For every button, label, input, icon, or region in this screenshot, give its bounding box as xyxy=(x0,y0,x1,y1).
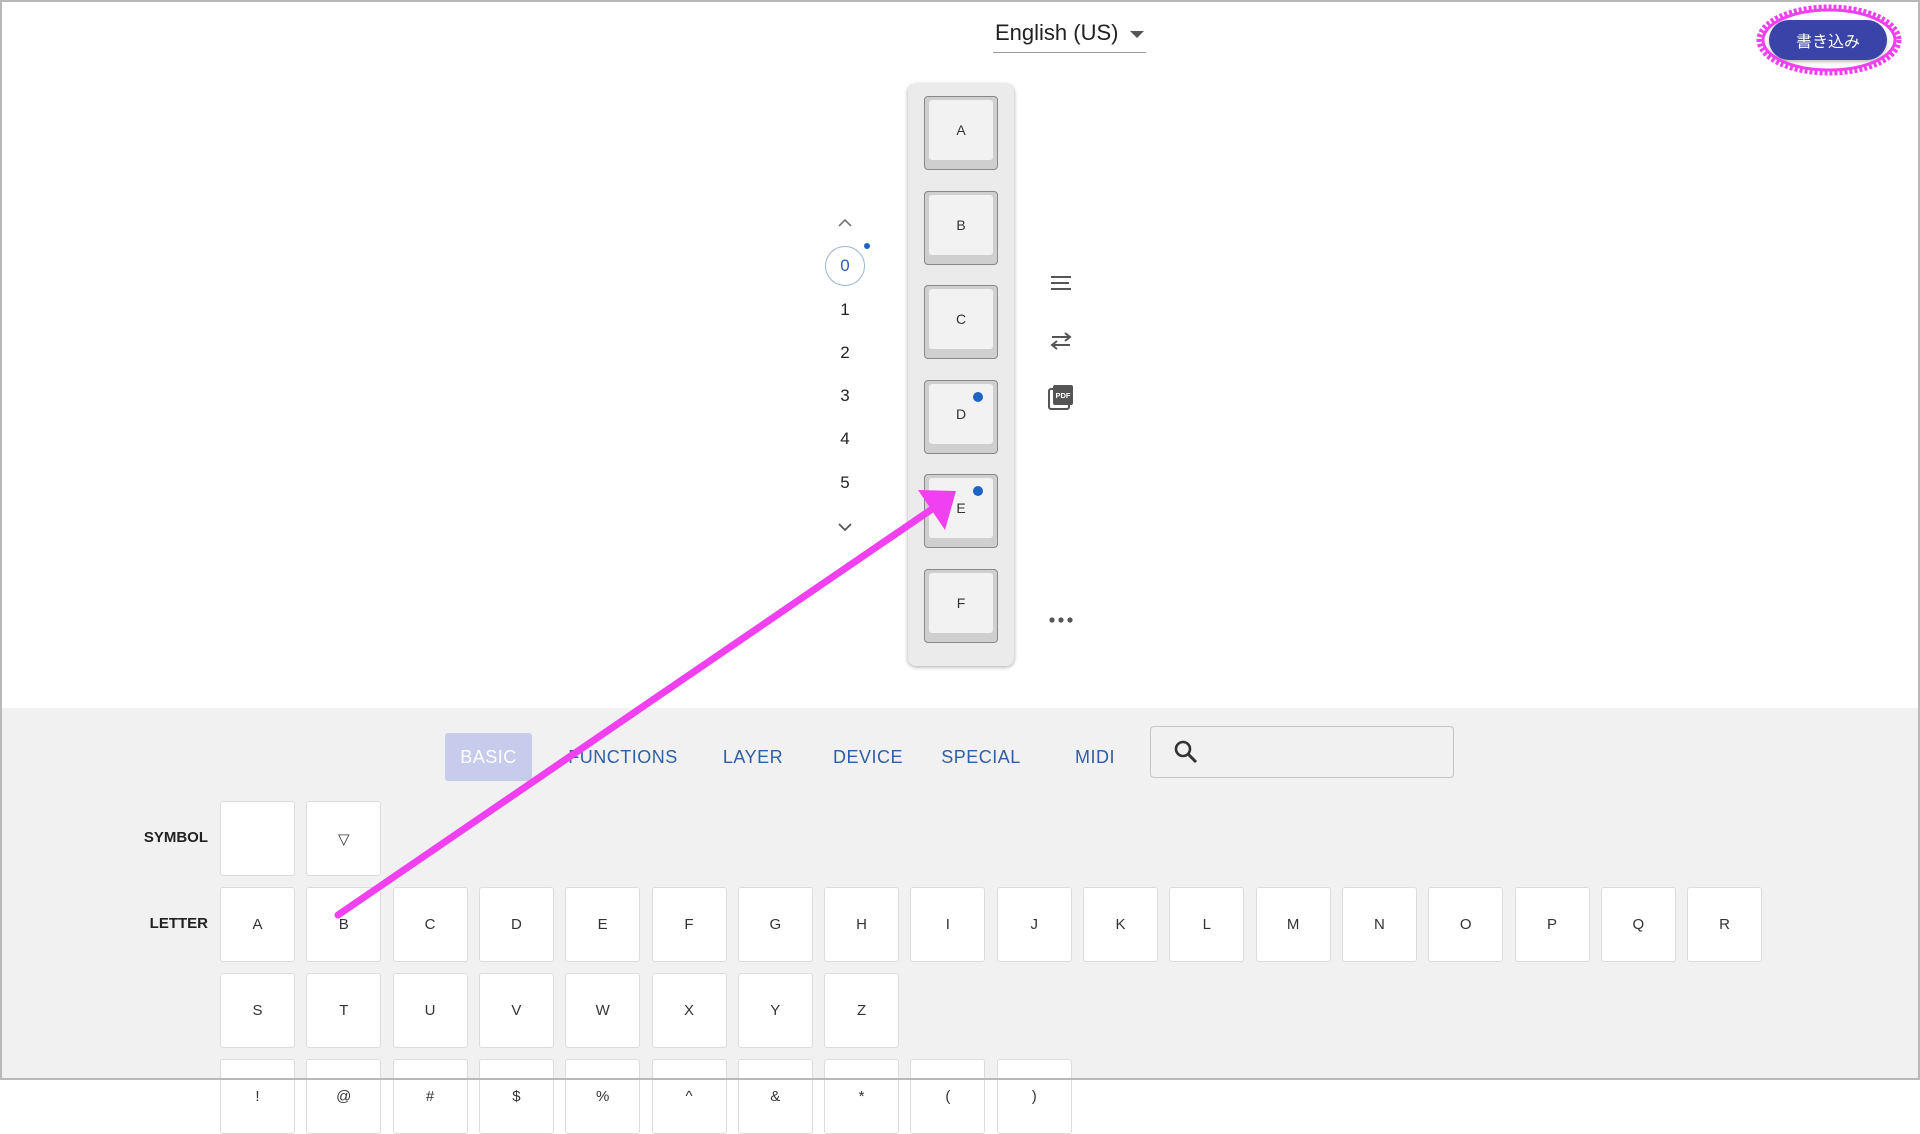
search-icon xyxy=(1174,740,1198,764)
symbol-key[interactable]: @ xyxy=(306,1059,382,1134)
symbol-key[interactable]: ▽ xyxy=(306,801,382,876)
layer-label: 4 xyxy=(840,429,850,448)
letter-key[interactable]: W xyxy=(565,973,641,1048)
layer-item-5[interactable]: 5 xyxy=(820,463,870,503)
layer-label: 1 xyxy=(840,300,850,319)
letter-key[interactable]: T xyxy=(306,973,382,1048)
key-a[interactable]: A xyxy=(924,96,998,170)
pdf-icon: PDF xyxy=(1048,385,1073,410)
chevron-down-icon xyxy=(1130,31,1145,38)
letter-key[interactable]: X xyxy=(651,973,727,1048)
chevron-up-icon[interactable] xyxy=(836,214,854,232)
letter-key[interactable]: V xyxy=(478,973,554,1048)
symbol-key[interactable]: ^ xyxy=(651,1059,727,1134)
key-d[interactable]: D xyxy=(924,380,998,454)
letter-key[interactable]: Z xyxy=(824,973,900,1048)
letter-key[interactable]: I xyxy=(910,887,986,962)
tab-layer[interactable]: LAYER xyxy=(713,733,793,781)
swap-arrows-icon xyxy=(1050,332,1072,350)
tab-special[interactable]: SPECIAL xyxy=(931,733,1031,781)
key-label: A xyxy=(929,100,993,160)
key-label: C xyxy=(929,289,993,349)
tab-basic[interactable]: BASIC xyxy=(445,733,532,781)
letter-key[interactable]: M xyxy=(1255,887,1331,962)
pdf-export-button[interactable]: PDF xyxy=(1046,382,1076,412)
layer-item-3[interactable]: 3 xyxy=(820,376,870,416)
letter-key[interactable]: U xyxy=(392,973,468,1048)
more-dots-icon xyxy=(1049,617,1073,623)
letter-key[interactable]: F xyxy=(651,887,727,962)
layer-selector: 0 1 2 3 4 5 xyxy=(820,210,870,540)
symbol-key[interactable]: & xyxy=(737,1059,813,1134)
letter-key[interactable]: G xyxy=(737,887,813,962)
more-button[interactable] xyxy=(1046,605,1076,635)
language-label: English (US) xyxy=(995,20,1119,45)
letter-key[interactable]: E xyxy=(565,887,641,962)
letter-key[interactable]: Q xyxy=(1600,887,1676,962)
layer-label: 3 xyxy=(840,386,850,405)
keyboard-layout: A B C D E F xyxy=(908,84,1014,666)
chevron-down-icon[interactable] xyxy=(836,518,854,536)
symbol-key[interactable]: ! xyxy=(220,1059,295,1134)
letter-key[interactable]: P xyxy=(1514,887,1590,962)
symbol-key[interactable]: $ xyxy=(478,1059,554,1134)
key-c[interactable]: C xyxy=(924,285,998,359)
key-search[interactable] xyxy=(1150,726,1454,778)
letter-key[interactable]: L xyxy=(1169,887,1245,962)
symbol-key[interactable] xyxy=(220,801,295,876)
tab-midi[interactable]: MIDI xyxy=(1060,733,1130,781)
letter-key[interactable]: R xyxy=(1687,887,1763,962)
swap-button[interactable] xyxy=(1046,326,1076,356)
letter-key[interactable]: D xyxy=(478,887,554,962)
letter-key[interactable]: N xyxy=(1341,887,1417,962)
svg-text:PDF: PDF xyxy=(1056,391,1071,400)
key-label: D xyxy=(929,384,993,444)
layer-item-4[interactable]: 4 xyxy=(820,419,870,459)
key-palette: BASIC FUNCTIONS LAYER DEVICE SPECIAL MID… xyxy=(2,708,1918,1134)
key-e[interactable]: E xyxy=(924,474,998,548)
layer-item-2[interactable]: 2 xyxy=(820,333,870,373)
letter-key[interactable]: H xyxy=(824,887,900,962)
letter-key[interactable]: C xyxy=(392,887,468,962)
symbol-key[interactable]: * xyxy=(824,1059,900,1134)
letter-key[interactable]: O xyxy=(1428,887,1504,962)
symbol-key[interactable]: # xyxy=(392,1059,468,1134)
symbol-row-label: SYMBOL xyxy=(143,829,208,846)
layer-item-1[interactable]: 1 xyxy=(820,290,870,330)
letter-key[interactable]: A xyxy=(220,887,295,962)
key-label: E xyxy=(929,478,993,538)
symbol-key[interactable]: % xyxy=(565,1059,641,1134)
layer-label: 0 xyxy=(840,256,850,275)
key-changed-dot xyxy=(973,392,983,402)
write-button[interactable]: 書き込み xyxy=(1769,20,1887,60)
search-input[interactable] xyxy=(1209,737,1443,769)
key-f[interactable]: F xyxy=(924,569,998,643)
menu-lines-button[interactable] xyxy=(1046,268,1076,298)
letter-key[interactable]: B xyxy=(306,887,382,962)
key-b[interactable]: B xyxy=(924,191,998,265)
key-label: B xyxy=(929,195,993,255)
letter-key[interactable]: K xyxy=(1083,887,1158,962)
letter-row-label: LETTER xyxy=(149,915,208,932)
letter-key[interactable]: J xyxy=(996,887,1072,962)
language-select[interactable]: English (US) xyxy=(993,14,1146,53)
symbol-key[interactable]: ) xyxy=(996,1059,1072,1134)
layer-changed-dot xyxy=(864,243,870,249)
tab-functions[interactable]: FUNCTIONS xyxy=(563,733,683,781)
symbol-key[interactable]: ( xyxy=(910,1059,986,1134)
layer-label: 5 xyxy=(840,473,850,492)
menu-lines-icon xyxy=(1051,276,1071,290)
letter-key[interactable]: S xyxy=(220,973,295,1048)
tab-device[interactable]: DEVICE xyxy=(818,733,918,781)
letter-key[interactable]: Y xyxy=(737,973,813,1048)
layer-label: 2 xyxy=(840,343,850,362)
key-changed-dot xyxy=(973,486,983,496)
key-label: F xyxy=(929,573,993,633)
layer-item-0[interactable]: 0 xyxy=(820,246,870,286)
